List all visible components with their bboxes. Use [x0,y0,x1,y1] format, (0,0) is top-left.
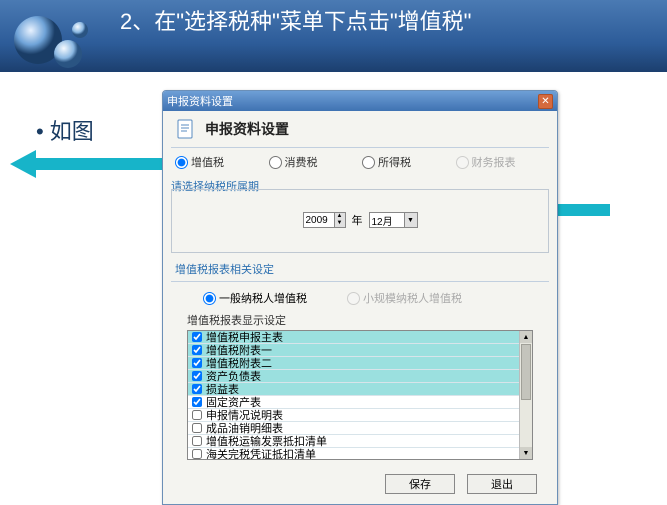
radio-financial: 财务报表 [456,154,546,170]
aside-text: 如图 [50,119,94,144]
radio-financial-input [456,156,469,169]
report-listbox: 增值税申报主表增值税附表一增值税附表二资产负债表损益表固定资产表申报情况说明表成… [187,330,533,460]
list-item[interactable]: 资产负债表 [188,370,532,383]
list-checkbox[interactable] [192,436,202,446]
titlebar-text: 申报资料设置 [167,93,538,109]
scroll-thumb[interactable] [521,344,531,400]
dialog-window: 申报资料设置 ✕ 申报资料设置 增值税 消费税 所得税 财务报表 请选择纳税所属… [162,90,558,505]
scroll-up-icon[interactable]: ▲ [520,331,532,343]
arrow-left-icon [10,150,162,178]
chevron-down-icon[interactable]: ▼ [404,213,417,227]
list-item-label: 海关完税凭证抵扣清单 [206,446,316,459]
radio-vat[interactable]: 增值税 [175,154,265,170]
list-checkbox[interactable] [192,423,202,433]
aside-label: •如图 [36,114,94,146]
list-checkbox[interactable] [192,358,202,368]
radio-vat-input[interactable] [175,156,188,169]
taxpayer-type-group: 一般纳税人增值税 小规模纳税人增值税 [163,288,557,312]
radio-small-input [347,292,360,305]
slide-banner: 2、在"选择税种"菜单下点击"增值税" [0,0,667,72]
radio-normal-taxpayer[interactable]: 一般纳税人增值税 [203,290,307,306]
dialog-header: 申报资料设置 [163,111,557,147]
banner-title: 2、在"选择税种"菜单下点击"增值税" [0,0,667,37]
close-button[interactable]: ✕ [538,94,553,109]
bullet-icon: • [36,119,44,144]
list-checkbox[interactable] [192,449,202,459]
document-icon [173,117,197,141]
scroll-track[interactable] [520,401,532,447]
period-fieldset: ▲▼ 年 ▼ [171,189,549,253]
list-checkbox[interactable] [192,371,202,381]
scroll-down-icon[interactable]: ▼ [520,447,532,459]
save-button[interactable]: 保存 [385,474,455,494]
year-input[interactable] [304,213,334,227]
list-checkbox[interactable] [192,345,202,355]
logo-sphere-icon [10,8,100,80]
date-row: ▲▼ 年 ▼ [180,210,540,236]
spin-down-icon[interactable]: ▼ [334,220,345,227]
list-label: 增值税报表显示设定 [163,312,557,330]
list-checkbox[interactable] [192,384,202,394]
list-item[interactable]: 海关完税凭证抵扣清单 [188,448,532,459]
year-spinbox[interactable]: ▲▼ [303,212,346,228]
spin-up-icon[interactable]: ▲ [334,213,345,220]
year-suffix: 年 [352,212,363,228]
month-combo[interactable]: ▼ [369,212,418,228]
month-input[interactable] [370,213,404,227]
exit-button[interactable]: 退出 [467,474,537,494]
scrollbar[interactable]: ▲ ▼ [519,331,532,459]
radio-consumption-input[interactable] [269,156,282,169]
radio-consumption[interactable]: 消费税 [269,154,359,170]
radio-small-taxpayer: 小规模纳税人增值税 [347,290,462,306]
list-checkbox[interactable] [192,410,202,420]
radio-normal-input[interactable] [203,292,216,305]
list-checkbox[interactable] [192,397,202,407]
list-checkbox[interactable] [192,332,202,342]
tax-type-group: 增值税 消费税 所得税 财务报表 [163,148,557,176]
divider [171,281,549,282]
radio-income-input[interactable] [362,156,375,169]
dialog-header-text: 申报资料设置 [205,119,289,139]
titlebar: 申报资料设置 ✕ [163,91,557,111]
vat-section-label: 增值税报表相关设定 [163,257,557,281]
button-row: 保存 退出 [163,460,557,504]
radio-income[interactable]: 所得税 [362,154,452,170]
